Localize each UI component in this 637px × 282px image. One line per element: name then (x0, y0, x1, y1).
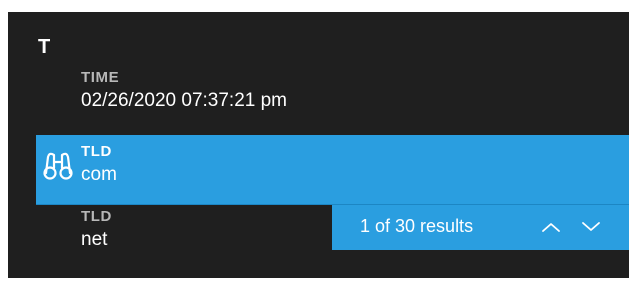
binoculars-icon (41, 148, 75, 182)
previous-result-button[interactable] (537, 213, 565, 241)
field-label-time: TIME (81, 69, 120, 86)
chevron-down-icon (582, 222, 600, 231)
result-count: 1 of 30 results (360, 216, 474, 236)
next-result-button[interactable] (577, 213, 605, 241)
chevron-up-icon (542, 223, 560, 232)
field-tld-com: TLD com (81, 143, 117, 186)
field-tld-net: TLD net (81, 208, 112, 251)
search-navigation-bar: 1 of 30 results (332, 205, 629, 250)
field-time: TIME 02/26/2020 07:37:21 pm (81, 69, 287, 112)
field-label-tld: TLD (81, 143, 112, 160)
field-value-tld: net (81, 229, 108, 250)
highlighted-result-row[interactable]: TLD com (36, 135, 629, 205)
field-label-tld: TLD (81, 208, 112, 225)
field-value-tld: com (81, 164, 117, 185)
group-letter-heading: T (38, 36, 51, 58)
field-value-time: 02/26/2020 07:37:21 pm (81, 90, 288, 111)
results-panel: T TIME 02/26/2020 07:37:21 pm TLD com TL… (8, 12, 629, 278)
